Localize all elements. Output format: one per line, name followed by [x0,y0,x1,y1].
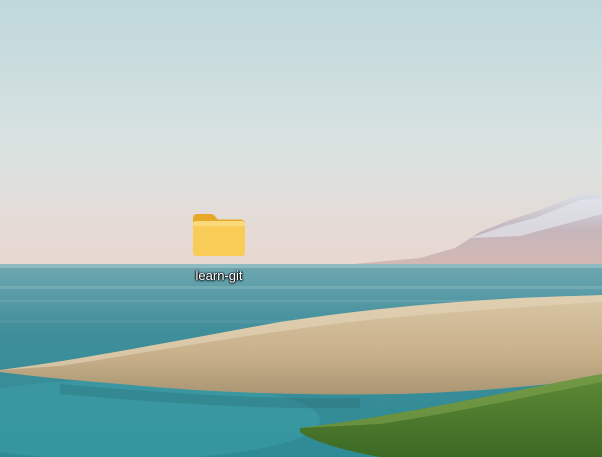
desktop[interactable]: learn-git [0,0,602,457]
desktop-folder-learn-git[interactable]: learn-git [180,208,258,292]
wallpaper [0,0,602,457]
folder-label: learn-git [195,268,243,283]
folder-icon [193,214,245,256]
